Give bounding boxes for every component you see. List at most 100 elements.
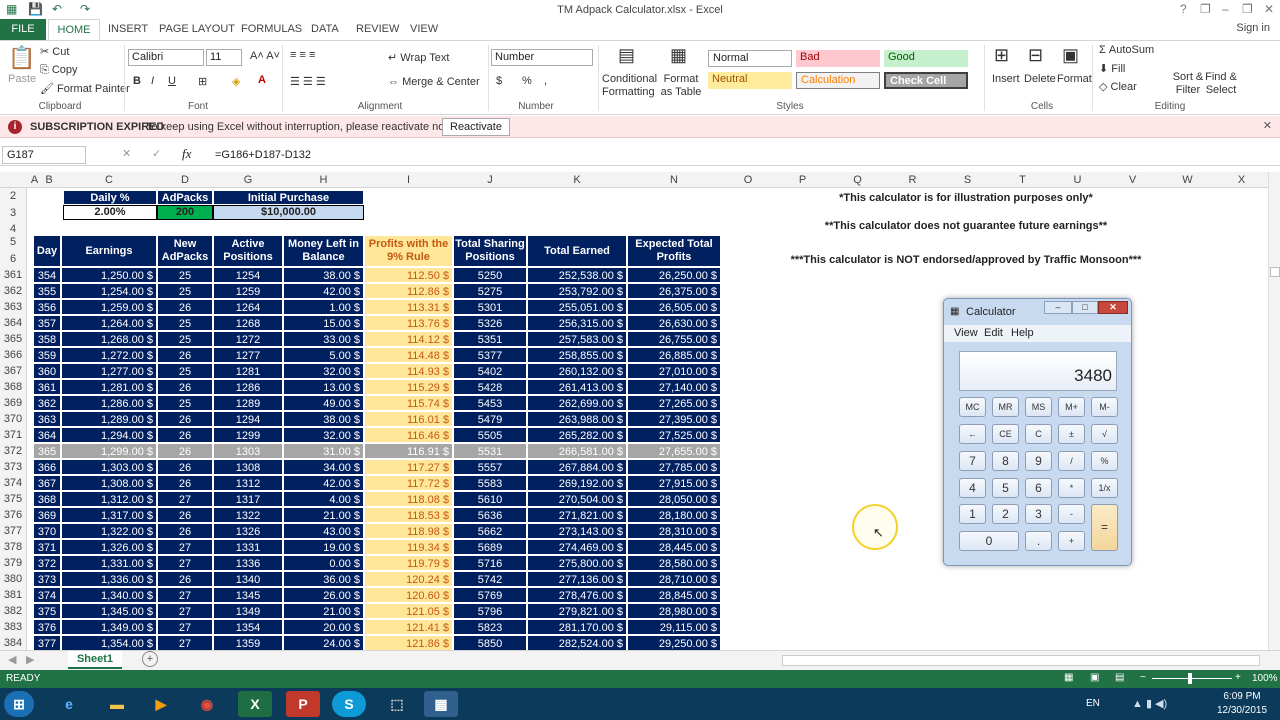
row-header[interactable]: 364 <box>0 317 26 329</box>
data-cell[interactable]: 273,143.00 $ <box>527 523 627 539</box>
data-cell[interactable]: 1,250.00 $ <box>61 267 157 283</box>
data-cell[interactable]: 1,331.00 $ <box>61 555 157 571</box>
data-cell[interactable]: 262,699.00 $ <box>527 395 627 411</box>
data-cell[interactable]: 372 <box>33 555 61 571</box>
data-cell[interactable]: 28,180.00 $ <box>627 507 721 523</box>
data-cell[interactable]: 27,915.00 $ <box>627 475 721 491</box>
data-cell[interactable]: 5742 <box>453 571 527 587</box>
data-cell[interactable]: 5479 <box>453 411 527 427</box>
row-header[interactable]: 382 <box>0 605 26 617</box>
row-header[interactable]: 368 <box>0 381 26 393</box>
row-header[interactable]: 380 <box>0 573 26 585</box>
tab-data[interactable]: DATA <box>311 23 339 35</box>
underline-button[interactable]: U <box>168 75 176 87</box>
data-cell[interactable]: 112.50 $ <box>364 267 453 283</box>
row-header[interactable]: 369 <box>0 397 26 409</box>
data-cell[interactable]: 5377 <box>453 347 527 363</box>
row-header[interactable]: 365 <box>0 333 26 345</box>
data-cell[interactable]: 43.00 $ <box>283 523 364 539</box>
data-cell[interactable]: 29,250.00 $ <box>627 635 721 650</box>
comma-button[interactable]: , <box>544 75 547 87</box>
row-header[interactable]: 378 <box>0 541 26 553</box>
data-cell[interactable]: 271,821.00 $ <box>527 507 627 523</box>
data-cell[interactable]: 38.00 $ <box>283 411 364 427</box>
data-cell[interactable]: 27,655.00 $ <box>627 443 721 459</box>
data-cell[interactable]: 113.31 $ <box>364 299 453 315</box>
data-cell[interactable]: 1,254.00 $ <box>61 283 157 299</box>
insert-cells-icon[interactable]: ⊞ <box>994 45 1009 66</box>
row-header[interactable]: 3 <box>0 207 26 219</box>
calc-key[interactable]: ± <box>1058 424 1085 444</box>
format-painter-button[interactable]: 🖌 Format Painter <box>40 82 130 95</box>
restore-button[interactable]: ❐ <box>1242 2 1253 16</box>
conditional-formatting-button[interactable]: Conditional Formatting <box>602 73 657 99</box>
row-header[interactable]: 366 <box>0 349 26 361</box>
data-cell[interactable]: 118.53 $ <box>364 507 453 523</box>
data-cell[interactable]: 33.00 $ <box>283 331 364 347</box>
format-cells-icon[interactable]: ▣ <box>1062 45 1079 66</box>
data-cell[interactable]: 5583 <box>453 475 527 491</box>
powerpoint-taskbar-icon[interactable]: P <box>286 691 320 717</box>
delete-cells-button[interactable]: Delete <box>1024 73 1056 85</box>
format-cells-button[interactable]: Format <box>1057 73 1092 85</box>
data-cell[interactable]: 1308 <box>213 459 283 475</box>
insert-cells-button[interactable]: Insert <box>992 73 1020 85</box>
row-header[interactable]: 377 <box>0 525 26 537</box>
data-cell[interactable]: 114.48 $ <box>364 347 453 363</box>
data-cell[interactable]: 354 <box>33 267 61 283</box>
data-cell[interactable]: 1317 <box>213 491 283 507</box>
data-cell[interactable]: 1289 <box>213 395 283 411</box>
cut-button[interactable]: ✂ Cut <box>40 45 69 58</box>
data-cell[interactable]: 260,132.00 $ <box>527 363 627 379</box>
column-header-u[interactable]: U <box>1050 174 1105 186</box>
calc-menu-view[interactable]: View <box>954 327 978 339</box>
internet-explorer-icon[interactable]: e <box>52 691 86 717</box>
scroll-right-icon[interactable]: ▶ <box>26 653 34 666</box>
italic-button[interactable]: I <box>151 75 154 87</box>
style-neutral[interactable]: Neutral <box>708 72 792 89</box>
calc-minimize-button[interactable]: – <box>1044 301 1072 314</box>
formula-input[interactable]: =G186+D187-D132 <box>215 149 311 161</box>
data-cell[interactable]: 1340 <box>213 571 283 587</box>
sign-in-link[interactable]: Sign in <box>1236 22 1270 34</box>
row-header[interactable]: 363 <box>0 301 26 313</box>
data-cell[interactable]: 277,136.00 $ <box>527 571 627 587</box>
grow-font-icon[interactable]: A˄ A˅ <box>250 50 280 62</box>
data-cell[interactable]: 1,277.00 $ <box>61 363 157 379</box>
data-cell[interactable]: 1,317.00 $ <box>61 507 157 523</box>
calc-key[interactable]: CE <box>992 424 1019 444</box>
data-cell[interactable]: 5531 <box>453 443 527 459</box>
data-cell[interactable]: 263,988.00 $ <box>527 411 627 427</box>
data-cell[interactable]: 26 <box>157 379 213 395</box>
data-cell[interactable]: 258,855.00 $ <box>527 347 627 363</box>
data-cell[interactable]: 373 <box>33 571 61 587</box>
data-cell[interactable]: 370 <box>33 523 61 539</box>
data-cell[interactable]: 364 <box>33 427 61 443</box>
data-cell[interactable]: 357 <box>33 315 61 331</box>
data-cell[interactable]: 115.74 $ <box>364 395 453 411</box>
data-cell[interactable]: 120.24 $ <box>364 571 453 587</box>
data-cell[interactable]: 28,980.00 $ <box>627 603 721 619</box>
data-cell[interactable]: 119.79 $ <box>364 555 453 571</box>
data-cell[interactable]: 26 <box>157 507 213 523</box>
calc-key[interactable]: . <box>1025 531 1052 551</box>
data-cell[interactable]: 26 <box>157 411 213 427</box>
data-cell[interactable]: 42.00 $ <box>283 283 364 299</box>
data-cell[interactable]: 28,845.00 $ <box>627 587 721 603</box>
data-cell[interactable]: 20.00 $ <box>283 619 364 635</box>
horizontal-scrollbar[interactable] <box>782 655 1260 666</box>
data-cell[interactable]: 117.27 $ <box>364 459 453 475</box>
data-cell[interactable]: 1254 <box>213 267 283 283</box>
data-cell[interactable]: 28,580.00 $ <box>627 555 721 571</box>
page-break-view-icon[interactable]: ▤ <box>1115 672 1124 683</box>
data-cell[interactable]: 1,340.00 $ <box>61 587 157 603</box>
calc-key[interactable]: 0 <box>959 531 1019 551</box>
calc-key[interactable]: / <box>1058 451 1085 471</box>
tab-view[interactable]: VIEW <box>410 23 438 35</box>
data-cell[interactable]: 261,413.00 $ <box>527 379 627 395</box>
cancel-icon[interactable]: ✕ <box>122 147 131 160</box>
data-cell[interactable]: 49.00 $ <box>283 395 364 411</box>
data-cell[interactable]: 1268 <box>213 315 283 331</box>
font-color-icon[interactable]: A <box>258 74 266 86</box>
data-cell[interactable]: 26 <box>157 571 213 587</box>
